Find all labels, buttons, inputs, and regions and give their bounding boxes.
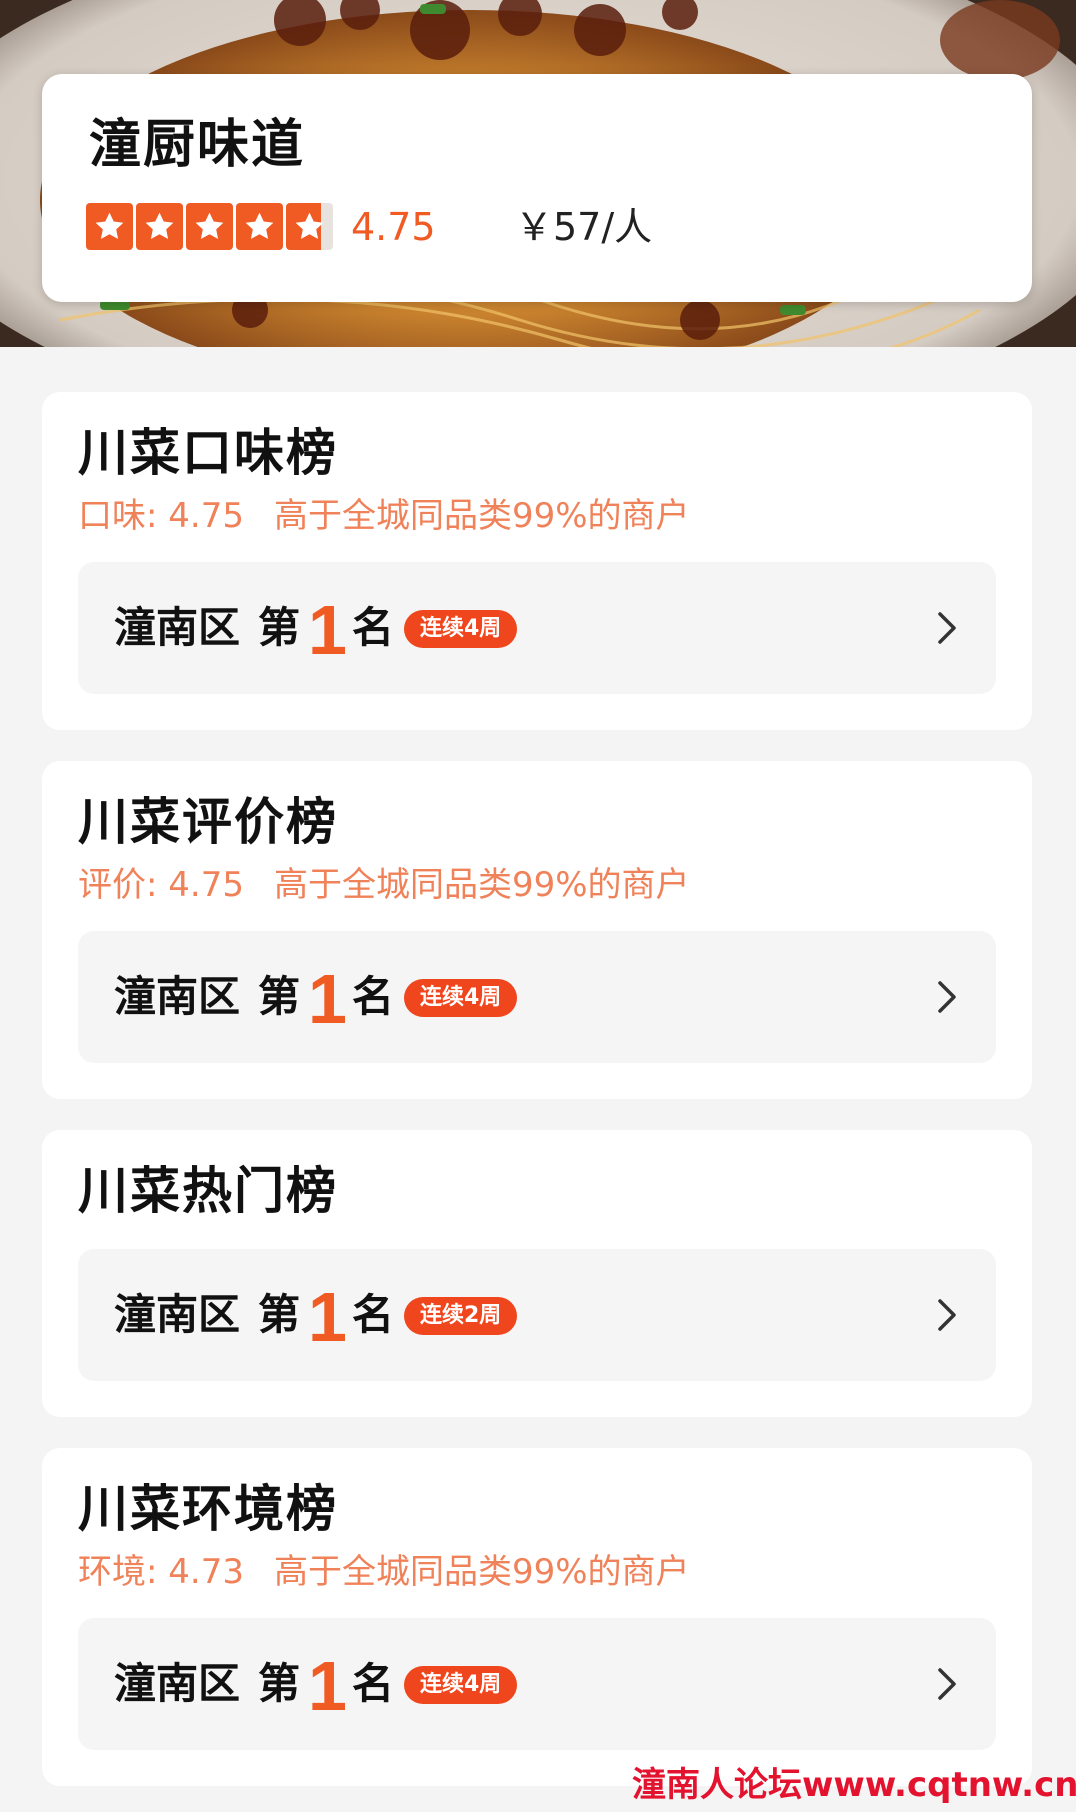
district-label: 潼南区	[114, 1290, 241, 1339]
rank-number: 1	[308, 591, 347, 669]
board-metric: 评价: 4.75 高于全城同品类99%的商户	[78, 861, 690, 909]
shop-name: 潼厨味道	[89, 115, 306, 175]
star-icon	[86, 203, 133, 250]
board-metric: 环境: 4.73 高于全城同品类99%的商户	[78, 1548, 690, 1596]
streak-badge: 连续2周	[404, 1297, 518, 1335]
district-label: 潼南区	[114, 603, 241, 652]
comparison-text: 高于全城同品类99%的商户	[273, 496, 690, 536]
rank-row[interactable]: 潼南区 第 1 名 连续4周	[78, 562, 996, 694]
board-title: 川菜环境榜	[78, 1480, 338, 1538]
comparison-text: 高于全城同品类99%的商户	[273, 865, 690, 905]
rank-suffix: 名	[352, 1290, 395, 1339]
rank-suffix: 名	[352, 603, 395, 652]
ranking-card-taste: 川菜口味榜 口味: 4.75 高于全城同品类99%的商户 潼南区 第 1 名 连续…	[42, 392, 1032, 730]
star-icon	[236, 203, 283, 250]
rank-number: 1	[308, 1647, 347, 1725]
streak-badge: 连续4周	[404, 1666, 518, 1704]
board-title: 川菜热门榜	[78, 1162, 338, 1220]
chevron-right-icon[interactable]	[926, 1664, 966, 1704]
board-metric: 口味: 4.75 高于全城同品类99%的商户	[78, 492, 690, 540]
rank-number: 1	[308, 1278, 347, 1356]
star-icon	[136, 203, 183, 250]
rank-prefix: 第	[258, 1290, 301, 1339]
rating-score: 4.75	[351, 205, 436, 249]
comparison-text: 高于全城同品类99%的商户	[273, 1552, 690, 1592]
district-label: 潼南区	[114, 972, 241, 1021]
board-title: 川菜口味榜	[78, 424, 338, 482]
ranking-card-environment: 川菜环境榜 环境: 4.73 高于全城同品类99%的商户 潼南区 第 1 名 连续…	[42, 1448, 1032, 1786]
rank-suffix: 名	[352, 1659, 395, 1708]
average-price: ￥57/人	[515, 205, 653, 249]
chevron-right-icon[interactable]	[926, 608, 966, 648]
rank-row[interactable]: 潼南区 第 1 名 连续2周	[78, 1249, 996, 1381]
rank-prefix: 第	[258, 1659, 301, 1708]
ranking-card-popular: 川菜热门榜 潼南区 第 1 名 连续2周	[42, 1130, 1032, 1417]
rank-prefix: 第	[258, 603, 301, 652]
star-icon	[186, 203, 233, 250]
star-rating	[86, 203, 333, 250]
metric-label: 评价: 4.75	[78, 865, 244, 905]
district-label: 潼南区	[114, 1659, 241, 1708]
forum-watermark: 潼南人论坛www.cqtnw.cn	[632, 1765, 1076, 1805]
rank-row[interactable]: 潼南区 第 1 名 连续4周	[78, 1618, 996, 1750]
board-title: 川菜评价榜	[78, 793, 338, 851]
metric-label: 口味: 4.75	[78, 496, 244, 536]
rank-row[interactable]: 潼南区 第 1 名 连续4周	[78, 931, 996, 1063]
chevron-right-icon[interactable]	[926, 1295, 966, 1335]
streak-badge: 连续4周	[404, 610, 518, 648]
streak-badge: 连续4周	[404, 979, 518, 1017]
ranking-card-rating: 川菜评价榜 评价: 4.75 高于全城同品类99%的商户 潼南区 第 1 名 连续…	[42, 761, 1032, 1099]
metric-label: 环境: 4.73	[78, 1552, 244, 1592]
rank-number: 1	[308, 960, 347, 1038]
chevron-right-icon[interactable]	[926, 977, 966, 1017]
rank-suffix: 名	[352, 972, 395, 1021]
shop-info-card: 潼厨味道 4.75 ￥57/人	[42, 74, 1032, 302]
star-icon	[286, 203, 333, 250]
rank-prefix: 第	[258, 972, 301, 1021]
